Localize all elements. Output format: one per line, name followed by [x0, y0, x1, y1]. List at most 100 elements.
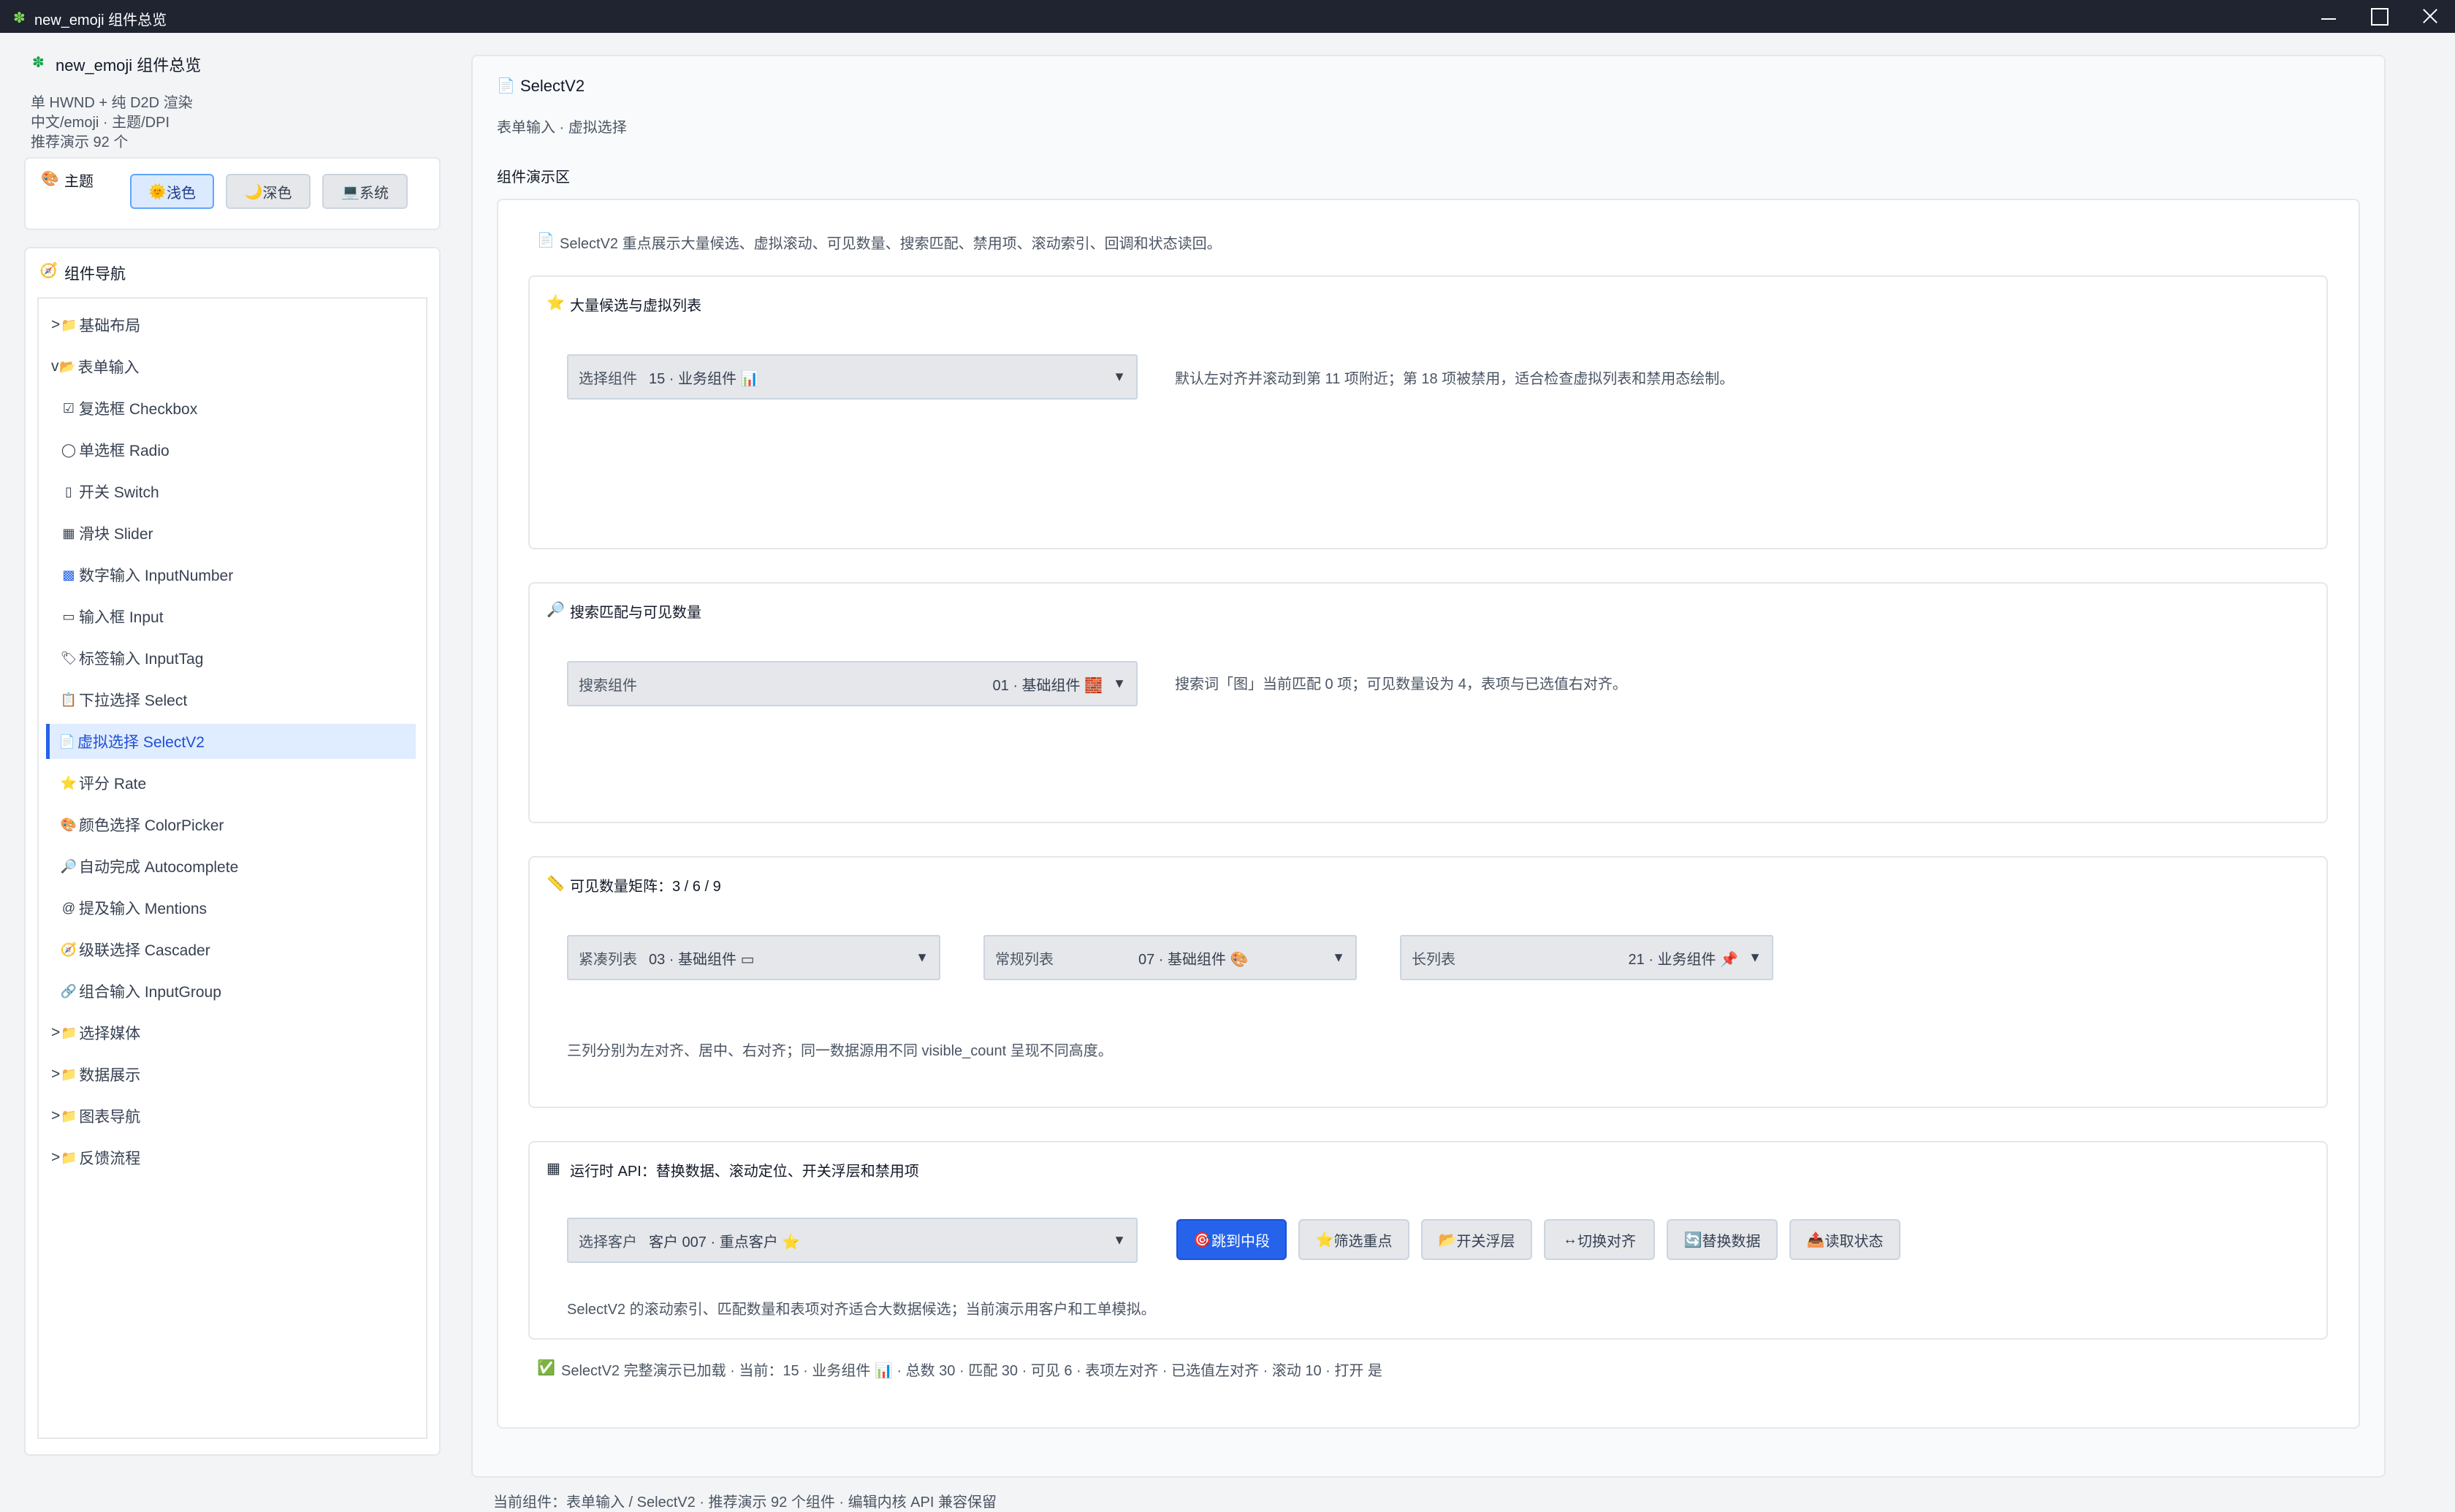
nav-item-radio[interactable]: ◯ 单选框 Radio [48, 432, 422, 467]
nav-item-inputtag[interactable]: 🏷 标签输入 InputTag [48, 641, 422, 676]
minimize-button[interactable] [2302, 0, 2353, 33]
status-bar: 当前组件：表单输入 / SelectV2 · 推荐演示 92 个组件 · 编辑内… [493, 1494, 997, 1511]
select-long-list[interactable]: 长列表 21 · 业务组件 📌 ▼ [1400, 935, 1773, 980]
read-state-button[interactable]: 📤 读取状态 [1789, 1219, 1900, 1260]
select-compact-list[interactable]: 紧凑列表 03 · 基础组件 ▭ ▼ [567, 935, 940, 980]
star-icon: ⭐ [547, 295, 565, 311]
close-button[interactable] [2404, 0, 2455, 33]
dropdown-arrow-icon: ▼ [1748, 950, 1762, 965]
nav-item-slider[interactable]: ▦ 滑块 Slider [48, 516, 422, 551]
section-title: 搜索匹配与可见数量 [570, 605, 701, 621]
clover-icon: ✽ [32, 55, 45, 71]
select-label: 选择客户 [579, 1234, 637, 1251]
folder-icon: 📂 [1438, 1232, 1457, 1248]
nav-item-rate[interactable]: ⭐ 评分 Rate [48, 765, 422, 801]
nav-item-selectv2[interactable]: 📄 虚拟选择 SelectV2 [46, 724, 416, 759]
nav-group-feedback[interactable]: > 📁 反馈流程 [41, 1140, 415, 1175]
nav-item-mentions[interactable]: @ 提及输入 Mentions [48, 890, 422, 925]
folder-icon: 📁 [61, 1025, 77, 1040]
nav-item-switch[interactable]: ▯ 开关 Switch [48, 474, 422, 509]
search-select[interactable]: 搜索组件 01 · 基础组件 🧱 ▼ [567, 661, 1138, 706]
toggle-popup-button[interactable]: 📂 开关浮层 [1421, 1219, 1532, 1260]
moon-icon: 🌙 [244, 183, 263, 200]
info-line: 单 HWND + 纯 D2D 渲染 [31, 95, 193, 111]
theme-system-button[interactable]: 💻 系统 [322, 174, 408, 209]
select-regular-list[interactable]: 常规列表 07 · 基础组件 🎨 ▼ [983, 935, 1357, 980]
select-customer[interactable]: 选择客户 客户 007 · 重点客户 ⭐ ▼ [567, 1218, 1138, 1263]
nav-item-cascader[interactable]: 🧭 级联选择 Cascader [48, 932, 422, 967]
nav-title: 组件导航 [64, 266, 126, 283]
refresh-icon: 🔄 [1683, 1232, 1702, 1248]
nav-item-input[interactable]: ▭ 输入框 Input [48, 599, 422, 634]
nav-group-form-input[interactable]: v 📂 表单输入 [41, 349, 415, 384]
check-icon: ✅ [537, 1360, 555, 1376]
select-label: 常规列表 [995, 951, 1054, 968]
page-subtitle: 表单输入 · 虚拟选择 [497, 120, 627, 136]
folder-icon: 📁 [61, 317, 77, 332]
nav-group-data-display[interactable]: > 📁 数据展示 [41, 1057, 415, 1092]
checkbox-icon: ☑ [62, 400, 75, 416]
select-value: 03 · 基础组件 ▭ [649, 951, 755, 968]
filter-key-button[interactable]: ⭐ 筛选重点 [1298, 1219, 1409, 1260]
section-note: 默认左对齐并滚动到第 11 项附近；第 18 项被禁用，适合检查虚拟列表和禁用态… [1175, 371, 1735, 387]
theme-dark-button[interactable]: 🌙 深色 [226, 174, 311, 209]
select-label: 搜索组件 [579, 677, 637, 694]
align-icon: ↔ [1563, 1231, 1577, 1248]
dropdown-arrow-icon: ▼ [1113, 369, 1126, 384]
laptop-icon: 💻 [341, 183, 359, 200]
link-icon: 🔗 [60, 983, 77, 999]
nav-item-autocomplete[interactable]: 🔎 自动完成 Autocomplete [48, 849, 422, 884]
demo-status: SelectV2 完整演示已加载 · 当前：15 · 业务组件 📊 · 总数 3… [561, 1363, 1382, 1379]
star-icon: ⭐ [60, 775, 77, 790]
app-title: new_emoji 组件总览 [56, 56, 202, 75]
radio-icon: ◯ [61, 442, 77, 457]
select-value: 21 · 业务组件 📌 [1628, 951, 1738, 968]
section-note: 三列分别为左对齐、居中、右对齐；同一数据源用不同 visible_count 呈… [567, 1043, 1113, 1059]
nav-item-colorpicker[interactable]: 🎨 颜色选择 ColorPicker [48, 807, 422, 842]
window-title: new_emoji 组件总览 [34, 12, 167, 28]
section-title: 大量候选与虚拟列表 [570, 298, 701, 314]
theme-light-button[interactable]: 🌞 浅色 [130, 174, 214, 209]
expand-chevron-icon: > [51, 1107, 61, 1124]
info-line: 推荐演示 92 个 [31, 134, 129, 150]
at-icon: @ [61, 900, 76, 915]
magnifier-icon: 🔎 [547, 602, 565, 618]
nav-group-media[interactable]: > 📁 选择媒体 [41, 1015, 415, 1050]
folder-icon: 📂 [59, 359, 76, 374]
select-value: 01 · 基础组件 🧱 [992, 677, 1103, 694]
select-value: 客户 007 · 重点客户 ⭐ [649, 1234, 801, 1251]
nav-item-inputnumber[interactable]: ▩ 数字输入 InputNumber [48, 557, 422, 592]
nav-group-basic-layout[interactable]: > 📁 基础布局 [41, 308, 415, 343]
theme-label: 主题 [64, 174, 94, 190]
folder-icon: 📁 [61, 1066, 77, 1082]
expand-chevron-icon: > [51, 1066, 61, 1083]
expand-chevron-icon: > [51, 1024, 61, 1041]
replace-data-button[interactable]: 🔄 替换数据 [1667, 1219, 1778, 1260]
maximize-button[interactable] [2353, 0, 2404, 33]
number-icon: ▩ [62, 567, 75, 582]
window-titlebar: ✽ new_emoji 组件总览 [0, 0, 2455, 33]
collapse-chevron-icon: v [51, 358, 59, 375]
section-title: 运行时 API：替换数据、滚动定位、开关浮层和禁用项 [570, 1164, 919, 1180]
select-label: 紧凑列表 [579, 951, 637, 968]
nav-group-chart-nav[interactable]: > 📁 图表导航 [41, 1099, 415, 1134]
section-title: 可见数量矩阵：3 / 6 / 9 [570, 879, 721, 895]
nav-item-inputgroup[interactable]: 🔗 组合输入 InputGroup [48, 974, 422, 1009]
toggle-align-button[interactable]: ↔ 切换对齐 [1544, 1219, 1655, 1260]
section-virtual-list [528, 275, 2328, 549]
jump-to-middle-button[interactable]: 🎯 跳到中段 [1176, 1219, 1287, 1260]
page-icon: 📄 [497, 78, 515, 94]
nav-item-select[interactable]: 📋 下拉选择 Select [48, 682, 422, 717]
dropdown-arrow-icon: ▼ [1113, 676, 1126, 691]
intro-text: SelectV2 重点展示大量候选、虚拟滚动、可见数量、搜索匹配、禁用项、滚动索… [560, 236, 1222, 252]
select-component[interactable]: 选择组件 15 · 业务组件 📊 ▼ [567, 354, 1138, 400]
nav-item-checkbox[interactable]: ☑ 复选框 Checkbox [48, 391, 422, 426]
info-line: 中文/emoji · 主题/DPI [31, 115, 170, 131]
section-visible-count [528, 856, 2328, 1108]
magnifier-icon: 🔎 [60, 858, 77, 874]
switch-icon: ▯ [65, 484, 72, 499]
star-icon: ⭐ [1315, 1232, 1334, 1248]
inbox-icon: 📤 [1806, 1232, 1825, 1248]
clover-icon: ✽ [13, 10, 26, 26]
compass-icon: 🧭 [39, 263, 58, 279]
